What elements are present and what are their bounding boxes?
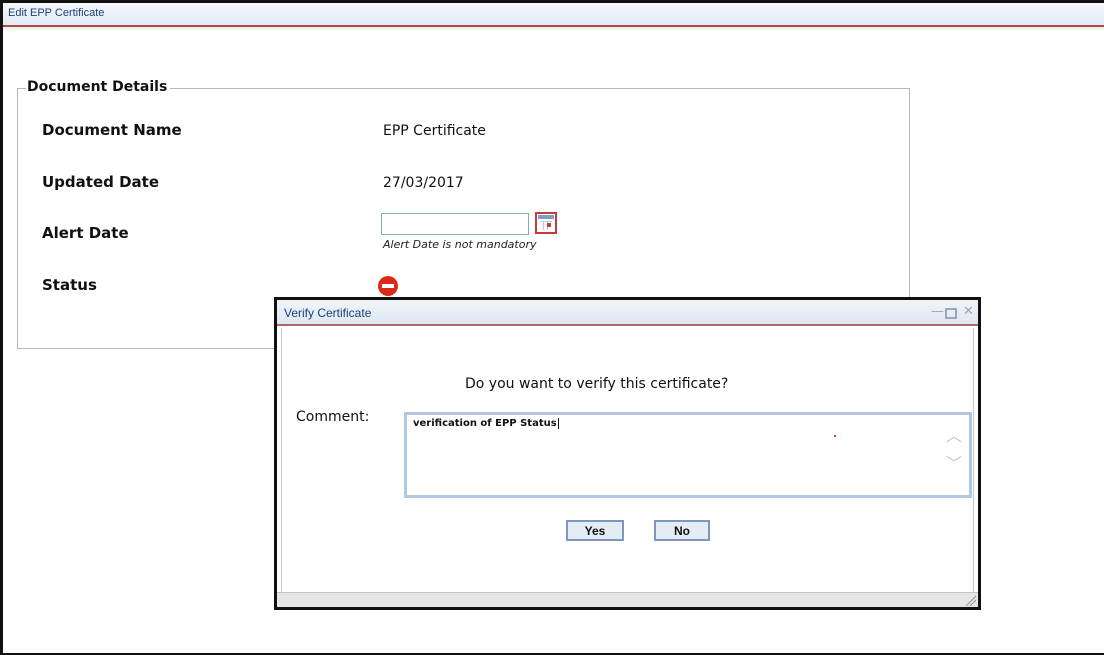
close-icon[interactable]: ✕ [963, 305, 974, 318]
window-title: Edit EPP Certificate [8, 7, 105, 19]
red-dot-mark [834, 435, 836, 437]
alert-date-input[interactable] [381, 213, 529, 235]
yes-button[interactable]: Yes [566, 520, 624, 541]
updated-date-label: Updated Date [42, 173, 159, 191]
alert-date-hint: Alert Date is not mandatory [383, 238, 537, 251]
comment-label: Comment: [296, 409, 370, 425]
fieldset-legend: Document Details [26, 79, 171, 95]
chevron-down-icon[interactable]: ﹀ [946, 456, 962, 472]
minimize-icon[interactable]: — [931, 305, 944, 318]
document-name-value: EPP Certificate [383, 123, 486, 139]
dialog-title: Verify Certificate [284, 306, 372, 320]
verify-question: Do you want to verify this certificate? [465, 376, 729, 392]
alert-date-label: Alert Date [42, 224, 129, 242]
no-entry-icon [378, 276, 398, 296]
document-name-label: Document Name [42, 121, 182, 139]
calendar-icon-header [538, 215, 554, 219]
no-button[interactable]: No [654, 520, 710, 541]
dialog-titlebar[interactable]: Verify Certificate — ✕ [277, 300, 978, 326]
dialog-body: Do you want to verify this certificate? … [281, 328, 974, 592]
titlebar-shadow [3, 27, 1104, 31]
calendar-icon-marker [547, 223, 551, 227]
dialog-statusbar [277, 592, 978, 607]
maximize-icon[interactable] [945, 308, 957, 319]
updated-date-value: 27/03/2017 [383, 175, 464, 191]
comment-text: verification of EPP Status [413, 418, 559, 429]
comment-textarea[interactable]: verification of EPP Status ︿ ﹀ [404, 412, 972, 498]
window-titlebar: Edit EPP Certificate [3, 3, 1104, 27]
resize-grip-icon[interactable] [964, 594, 976, 606]
status-label: Status [42, 276, 97, 294]
verify-certificate-dialog: Verify Certificate — ✕ Do you want to ve… [274, 297, 981, 610]
calendar-icon[interactable] [535, 212, 557, 234]
dialog-panel: Verify Certificate — ✕ Do you want to ve… [277, 300, 978, 607]
chevron-up-icon[interactable]: ︿ [946, 428, 962, 444]
